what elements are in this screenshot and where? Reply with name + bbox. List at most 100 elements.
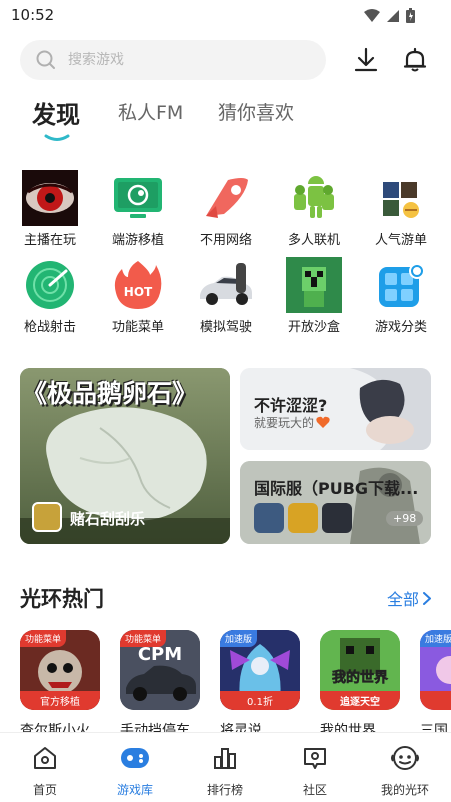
nav-label: 社区 (302, 783, 327, 797)
category-game-types[interactable]: 游戏分类 (359, 257, 443, 335)
app-thumb (254, 503, 284, 533)
game-card[interactable]: CPM 功能菜单 手动挡停车 (120, 630, 202, 740)
category-label: 开放沙盒 (287, 320, 340, 335)
profile-icon (391, 746, 419, 770)
search-bar[interactable] (20, 40, 326, 80)
nav-label: 我的光环 (380, 783, 429, 797)
nav-label: 游戏库 (116, 783, 153, 797)
app-thumb (322, 503, 352, 533)
category-driving-sim[interactable]: 模拟驾驶 (184, 257, 268, 335)
category-search-icon (373, 257, 429, 313)
nav-game-library[interactable]: 游戏库 (100, 743, 170, 798)
category-label: 主播在玩 (23, 233, 76, 248)
game-card[interactable]: 功能菜单 官方移植 查尔斯小火 (20, 630, 102, 740)
nav-label: 排行榜 (206, 783, 243, 797)
android-group-icon (286, 170, 342, 226)
download-icon (354, 47, 378, 72)
game-thumbnail: CPM 功能菜单 (120, 630, 200, 710)
category-label: 多人联机 (287, 233, 340, 248)
game-badge: 加速版 (420, 630, 451, 647)
banner-not-allowed[interactable]: 不许涩涩? 就要玩大的 (240, 368, 431, 450)
top-tabs: 发现 私人FM 猜你喜欢 (32, 98, 432, 142)
battery-icon (406, 8, 415, 23)
category-label: 游戏分类 (374, 320, 427, 335)
chevron-right-icon (423, 591, 431, 605)
notification-button[interactable] (399, 44, 431, 76)
section-title-hot: 光环热门 (20, 587, 104, 611)
gamepad-icon (121, 748, 149, 768)
game-card[interactable]: 我的世界 追逐天空 我的世界 (320, 630, 402, 740)
svg-text:CPM: CPM (138, 644, 182, 665)
wifi-icon (364, 8, 380, 22)
category-streamer-playing[interactable]: 主播在玩 (8, 170, 92, 248)
game-tag: 追逐天空 (320, 691, 400, 710)
status-icons (364, 8, 415, 23)
tab-discover[interactable]: 发现 (32, 95, 80, 130)
hot-flame-icon: HOT (110, 257, 166, 313)
game-card[interactable]: 加速版 免 三国 (420, 630, 451, 740)
svg-text:HOT: HOT (124, 285, 153, 299)
game-thumbnail: 功能菜单 官方移植 (20, 630, 100, 710)
category-popular-list[interactable]: 人气游单 (359, 170, 443, 248)
tab-private-fm[interactable]: 私人FM (118, 98, 183, 125)
banner-app-thumb (32, 502, 62, 532)
category-pc-port[interactable]: 端游移植 (96, 170, 180, 248)
bottom-nav: 首页 游戏库 排行榜 社区 我的光环 (0, 732, 451, 802)
nav-ranking[interactable]: 排行榜 (190, 743, 260, 798)
view-all-label: 全部 (386, 590, 419, 609)
game-badge: 功能菜单 (20, 630, 67, 647)
banner-side1-subtitle: 就要玩大的 (254, 416, 315, 430)
banner-cobblestone[interactable]: 《极品鹅卵石》 赌石刮刮乐 (20, 368, 230, 544)
nav-profile[interactable]: 我的光环 (370, 743, 440, 798)
category-shooter[interactable]: 枪战射击 (8, 257, 92, 335)
banner-side2-count: +98 (386, 511, 424, 526)
banner-side1-subtitle-row: 就要玩大的 (254, 414, 330, 431)
banner-side2-icons (254, 503, 352, 533)
sports-car-icon (198, 257, 254, 313)
nav-home[interactable]: 首页 (10, 743, 80, 798)
red-eye-icon (22, 170, 78, 226)
banner-side1-title: 不许涩涩? (254, 396, 328, 415)
nav-community[interactable]: 社区 (280, 743, 350, 798)
heart-icon (316, 416, 330, 428)
category-label: 模拟驾驶 (199, 320, 252, 335)
nav-label: 首页 (32, 783, 57, 797)
status-bar: 10:52 (0, 0, 451, 32)
search-input[interactable] (68, 49, 308, 71)
radar-icon (22, 257, 78, 313)
category-label: 不用网络 (199, 233, 252, 248)
search-icon (36, 50, 55, 69)
banner-caption: 赌石刮刮乐 (70, 510, 146, 528)
hello-character-icon (373, 170, 429, 226)
banner-pubg[interactable]: 国际服（PUBG下载... +98 (240, 461, 431, 544)
tab-indicator (44, 134, 70, 141)
steam-monitor-icon (110, 170, 166, 226)
game-badge: 功能菜单 (120, 630, 167, 647)
category-label: 人气游单 (374, 233, 427, 248)
category-label: 枪战射击 (23, 320, 76, 335)
category-label: 端游移植 (111, 233, 164, 248)
category-multiplayer[interactable]: 多人联机 (272, 170, 356, 248)
creeper-icon (286, 257, 342, 313)
game-tag: 免 (420, 691, 451, 710)
category-label: 功能菜单 (111, 320, 164, 335)
app-thumb (288, 503, 318, 533)
rocket-icon (198, 170, 254, 226)
category-offline[interactable]: 不用网络 (184, 170, 268, 248)
status-time: 10:52 (11, 6, 55, 24)
ranking-icon (214, 748, 236, 769)
game-tag: 官方移植 (20, 691, 100, 710)
banner-title: 《极品鹅卵石》 (22, 379, 198, 408)
view-all-link[interactable]: 全部 (387, 586, 431, 610)
tab-guess-you-like[interactable]: 猜你喜欢 (218, 98, 294, 125)
community-icon (304, 748, 326, 769)
signal-icon (387, 9, 399, 22)
game-thumbnail: 我的世界 追逐天空 (320, 630, 400, 710)
category-sandbox[interactable]: 开放沙盒 (272, 257, 356, 335)
download-button[interactable] (350, 44, 382, 76)
banner-side2-title: 国际服（PUBG下载... (254, 479, 419, 498)
home-icon (34, 747, 56, 769)
bell-icon (403, 47, 427, 72)
category-function-menu[interactable]: HOT 功能菜单 (96, 257, 180, 335)
game-card[interactable]: 加速版 0.1折 将灵说 (220, 630, 302, 740)
